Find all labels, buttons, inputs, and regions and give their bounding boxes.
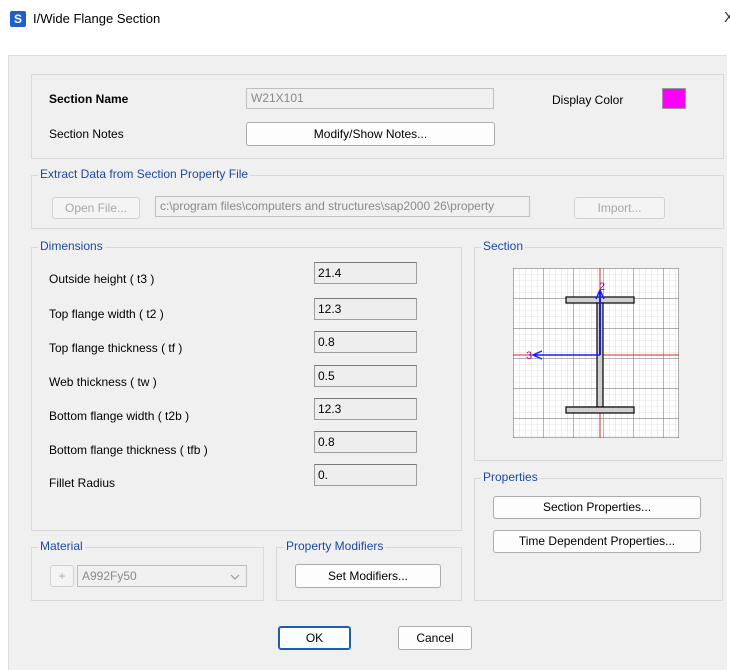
- outside-height-label: Outside height ( t3 ): [49, 272, 155, 286]
- material-select[interactable]: A992Fy50: [77, 565, 247, 587]
- material-legend: Material: [38, 539, 85, 553]
- properties-legend: Properties: [481, 470, 540, 484]
- top-flange-thickness-field[interactable]: 0.8: [314, 331, 417, 353]
- property-file-path[interactable]: c:\program files\computers and structure…: [155, 196, 530, 217]
- display-color-label: Display Color: [552, 93, 624, 107]
- window-title: I/Wide Flange Section: [33, 11, 161, 26]
- property-modifiers-legend: Property Modifiers: [284, 539, 386, 553]
- open-file-button[interactable]: Open File...: [52, 197, 140, 219]
- section-name-label: Section Name: [49, 92, 129, 106]
- close-icon[interactable]: X: [724, 9, 730, 26]
- outside-height-field[interactable]: 21.4: [314, 262, 417, 284]
- extract-data-legend: Extract Data from Section Property File: [38, 167, 251, 181]
- section-preview-canvas: 2 3: [512, 267, 680, 439]
- top-flange-width-label: Top flange width ( t2 ): [49, 307, 164, 321]
- dimensions-legend: Dimensions: [38, 239, 105, 253]
- display-color-swatch[interactable]: [662, 88, 686, 109]
- set-modifiers-button[interactable]: Set Modifiers...: [295, 564, 441, 588]
- bottom-flange-thickness-label: Bottom flange thickness ( tfb ): [49, 443, 208, 457]
- top-flange-thickness-label: Top flange thickness ( tf ): [49, 341, 183, 355]
- fillet-radius-label: Fillet Radius: [49, 476, 116, 490]
- bottom-flange-thickness-field[interactable]: 0.8: [314, 431, 417, 453]
- top-flange-width-field[interactable]: 12.3: [314, 298, 417, 320]
- chevron-down-icon: [230, 574, 240, 580]
- bottom-flange-width-field[interactable]: 12.3: [314, 398, 417, 420]
- import-button[interactable]: Import...: [574, 197, 665, 219]
- section-name-field[interactable]: W21X101: [246, 88, 494, 109]
- web-thickness-label: Web thickness ( tw ): [49, 375, 157, 389]
- axis-2-label: 2: [599, 281, 605, 293]
- material-value: A992Fy50: [82, 569, 137, 583]
- section-name-group: [31, 74, 724, 159]
- section-properties-button[interactable]: Section Properties...: [493, 496, 701, 519]
- web-thickness-field[interactable]: 0.5: [314, 365, 417, 387]
- section-notes-label: Section Notes: [49, 127, 124, 141]
- bottom-flange-width-label: Bottom flange width ( t2b ): [49, 409, 190, 423]
- cancel-button[interactable]: Cancel: [398, 626, 472, 650]
- time-dependent-properties-button[interactable]: Time Dependent Properties...: [493, 530, 701, 553]
- modify-notes-button[interactable]: Modify/Show Notes...: [246, 122, 495, 146]
- section-preview-legend: Section: [481, 239, 526, 253]
- add-material-button[interactable]: +: [50, 565, 74, 587]
- fillet-radius-field[interactable]: 0.: [314, 464, 417, 486]
- title-bar: S I/Wide Flange Section X: [0, 0, 730, 44]
- i-section-drawing: 2 3: [512, 267, 680, 439]
- ok-button[interactable]: OK: [278, 626, 351, 650]
- axis-3-label: 3: [526, 350, 532, 362]
- sap-app-icon: S: [10, 11, 26, 27]
